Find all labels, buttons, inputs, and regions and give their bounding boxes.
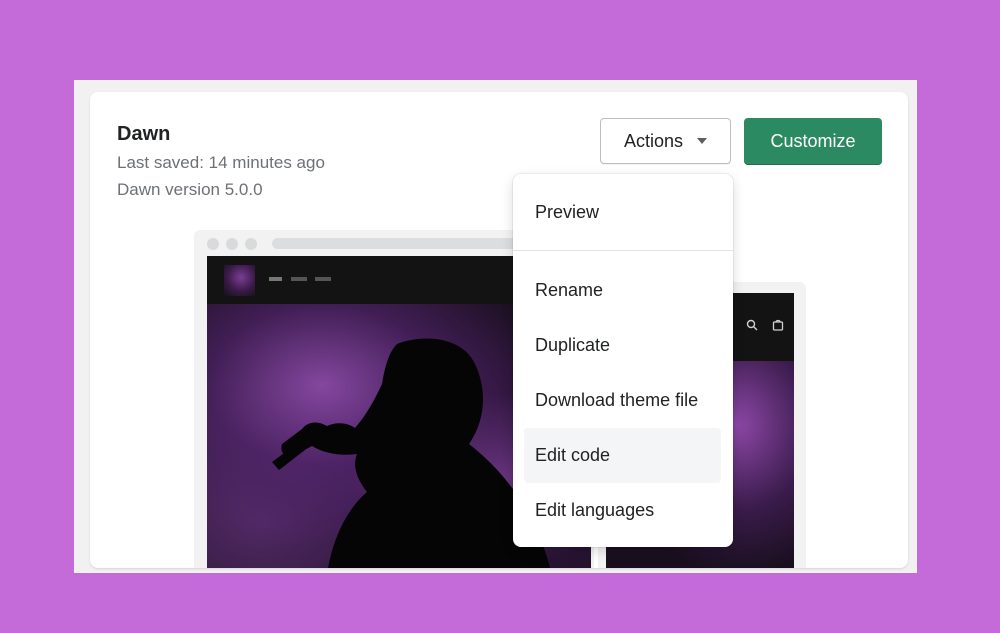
theme-card: Dawn Last saved: 14 minutes ago Dawn ver… bbox=[90, 92, 908, 568]
menu-item-duplicate[interactable]: Duplicate bbox=[524, 318, 721, 373]
menu-item-preview[interactable]: Preview bbox=[524, 185, 721, 240]
actions-dropdown-menu: Preview Rename Duplicate Download theme … bbox=[513, 174, 733, 547]
theme-version-text: Dawn version 5.0.0 bbox=[117, 180, 263, 199]
menu-item-rename[interactable]: Rename bbox=[524, 263, 721, 318]
preview-nav-link bbox=[291, 277, 307, 281]
preview-nav-link bbox=[315, 277, 331, 281]
menu-item-edit-languages[interactable]: Edit languages bbox=[524, 483, 721, 538]
menu-item-edit-code[interactable]: Edit code bbox=[524, 428, 721, 483]
last-saved-text: Last saved: 14 minutes ago bbox=[117, 153, 325, 172]
customize-button[interactable]: Customize bbox=[744, 118, 882, 165]
actions-button-label: Actions bbox=[623, 130, 684, 151]
caret-down-icon bbox=[697, 138, 708, 144]
theme-name: Dawn bbox=[117, 123, 171, 145]
cart-icon bbox=[772, 319, 784, 334]
search-icon bbox=[746, 319, 758, 334]
menu-divider bbox=[513, 250, 733, 251]
window-dots bbox=[207, 238, 257, 250]
menu-item-download-theme-file[interactable]: Download theme file bbox=[524, 373, 721, 428]
window-dot bbox=[207, 238, 219, 250]
actions-button[interactable]: Actions bbox=[600, 118, 731, 164]
preview-logo-image bbox=[224, 265, 255, 296]
window-dot bbox=[245, 238, 257, 250]
window-dot bbox=[226, 238, 238, 250]
preview-nav-link bbox=[269, 277, 282, 281]
